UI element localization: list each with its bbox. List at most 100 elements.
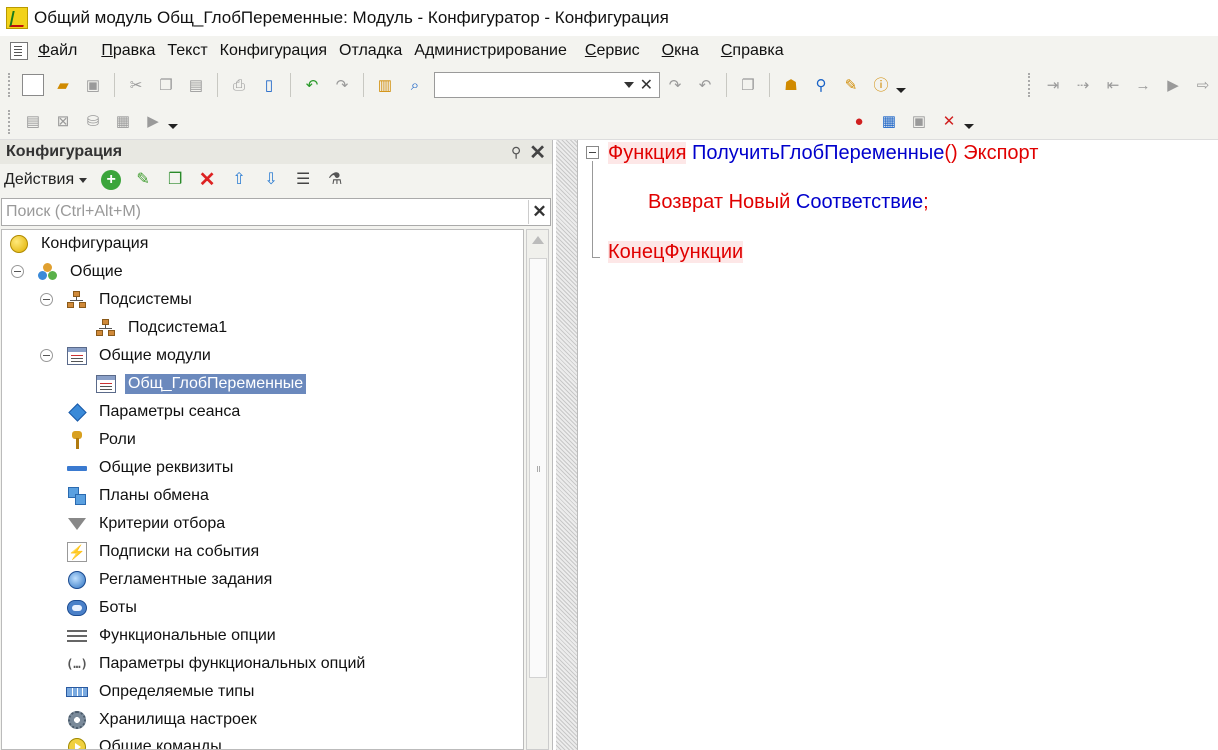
sort-list-icon[interactable]: ☰ — [293, 170, 313, 190]
paste-icon[interactable]: ▤ — [185, 74, 207, 96]
copy-add-icon[interactable]: ❐ — [165, 170, 185, 190]
toolbar-more-icon[interactable] — [168, 124, 178, 129]
tree-item-common[interactable]: Общие — [37, 258, 126, 286]
print-preview-icon[interactable]: ▯ — [258, 74, 280, 96]
fold-collapse-icon[interactable] — [586, 146, 599, 159]
editor-gutter[interactable] — [556, 140, 578, 750]
tree-item-subsystem1[interactable]: Подсистема1 — [95, 314, 230, 342]
menu-edit[interactable]: Правка — [101, 42, 155, 60]
delete-icon[interactable]: ✕ — [197, 170, 217, 190]
menu-configuration[interactable]: Конфигурация — [220, 42, 327, 60]
windows-icon[interactable]: ❐ — [737, 74, 759, 96]
tree-item-common-commands[interactable]: Общие команды — [66, 733, 225, 749]
debug-continue-icon[interactable]: ▶ — [1162, 74, 1184, 96]
open-file-icon[interactable]: ▰ — [52, 74, 74, 96]
tree-item-exchange-plans[interactable]: Планы обмена — [66, 482, 212, 510]
new-document-icon[interactable] — [22, 74, 44, 96]
chevron-down-icon[interactable] — [623, 82, 634, 88]
edit-module-icon[interactable]: ✎ — [840, 74, 862, 96]
pin-icon[interactable]: ⚲ — [511, 144, 521, 161]
clear-search-icon[interactable]: ✕ — [528, 200, 550, 224]
tree-item-label: Конфигурация — [41, 235, 149, 252]
find-previous-icon[interactable]: ↶ — [694, 74, 716, 96]
copy-icon[interactable]: ❐ — [155, 74, 177, 96]
cut-icon[interactable]: ✂ — [125, 74, 147, 96]
tree-item-subsystems[interactable]: Подсистемы — [66, 286, 195, 314]
info-icon[interactable]: ⓘ — [870, 74, 892, 96]
common-icon — [37, 261, 59, 283]
tree-item-event-subscriptions[interactable]: ⚡ Подписки на события — [66, 538, 262, 566]
menu-text[interactable]: Текст — [167, 42, 207, 60]
collapse-toggle-icon[interactable] — [40, 349, 53, 362]
debug-step-out-icon[interactable]: ⇤ — [1102, 74, 1124, 96]
menu-file[interactable]: Файл — [38, 42, 77, 60]
tree-item-session-params[interactable]: Параметры сеанса — [66, 398, 243, 426]
find-next-icon[interactable]: ↷ — [664, 74, 686, 96]
tree-item-scheduled-jobs[interactable]: Регламентные задания — [66, 566, 275, 594]
debug-step-into-icon[interactable]: ⇥ — [1042, 74, 1064, 96]
tree-item-common-attributes[interactable]: Общие реквизиты — [66, 454, 236, 482]
add-icon[interactable]: + — [101, 170, 122, 190]
search-icon[interactable]: ⌕ — [404, 74, 426, 96]
bots-icon — [66, 597, 88, 619]
collapse-toggle-icon[interactable] — [11, 265, 24, 278]
undo-icon[interactable]: ↶ — [301, 74, 323, 96]
tree-item-common-modules[interactable]: Общие модули — [66, 342, 214, 370]
toolbar-search-combo[interactable]: ✕ — [434, 72, 660, 98]
scroll-up-icon[interactable] — [532, 236, 544, 244]
find-in-files-icon[interactable]: ▥ — [374, 74, 396, 96]
syntax-assistant-icon[interactable]: ☗ — [780, 74, 802, 96]
menu-service[interactable]: Сервис — [585, 42, 640, 60]
save-icon[interactable]: ▣ — [82, 74, 104, 96]
toolbar-more-icon[interactable] — [896, 87, 906, 93]
search-object-icon[interactable]: ⚲ — [810, 74, 832, 96]
add-breakpoint-icon[interactable]: ● — [848, 111, 870, 133]
tree-item-defined-types[interactable]: Определяемые типы — [66, 678, 257, 706]
move-up-icon[interactable]: ⇧ — [229, 170, 249, 190]
breakpoint-list-icon[interactable]: ▦ — [878, 111, 900, 133]
tree-search-input[interactable] — [2, 203, 528, 221]
menu-help[interactable]: Справка — [721, 42, 784, 60]
tree-item-functional-option-params[interactable]: (…) Параметры функциональных опций — [66, 650, 368, 678]
tree-scrollbar[interactable] — [526, 229, 549, 750]
panel-title: Конфигурация — [6, 143, 123, 160]
tree-item-functional-options[interactable]: Функциональные опции — [66, 622, 279, 650]
tree-item-roles[interactable]: Роли — [66, 426, 139, 454]
toolbar-grip[interactable] — [8, 109, 12, 134]
debug-step-over-icon[interactable]: ⇢ — [1072, 74, 1094, 96]
toolbar-grip[interactable] — [8, 73, 12, 97]
module-structure-icon[interactable]: ▤ — [22, 111, 44, 133]
database-icon[interactable]: ⛁ — [82, 111, 104, 133]
document-run-icon[interactable]: ▶ — [142, 111, 164, 133]
debug-run-to-cursor-icon[interactable]: → — [1132, 74, 1154, 96]
collapse-toggle-icon[interactable] — [40, 293, 53, 306]
move-down-icon[interactable]: ⇩ — [261, 170, 281, 190]
toolbar-separator — [217, 73, 218, 97]
toolbar-grip[interactable] — [1028, 73, 1032, 97]
tree-item-settings-storages[interactable]: Хранилища настроек — [66, 706, 260, 734]
redo-icon[interactable]: ↷ — [331, 74, 353, 96]
menu-debug[interactable]: Отладка — [339, 42, 402, 60]
filter-icon[interactable]: ⚗ — [325, 170, 345, 190]
edit-icon[interactable]: ✎ — [133, 170, 153, 190]
menu-administration[interactable]: Администрирование — [414, 42, 567, 60]
print-icon[interactable]: ⎙ — [228, 74, 250, 96]
compare-icon[interactable]: ⊠ — [52, 111, 74, 133]
debug-next-icon[interactable]: ⇨ — [1192, 74, 1214, 96]
remove-breakpoint-icon[interactable]: ✕ — [938, 111, 960, 133]
scrollbar-thumb[interactable] — [529, 258, 547, 678]
code-editor[interactable]: Функция ПолучитьГлобПеременные() Экспорт… — [556, 140, 1218, 750]
tree-item-configuration[interactable]: Конфигурация — [8, 230, 151, 258]
chevron-down-icon[interactable] — [79, 177, 88, 183]
actions-menu-button[interactable]: Действия — [4, 171, 74, 189]
table-icon[interactable]: ▦ — [112, 111, 134, 133]
close-icon[interactable]: ✕ — [529, 140, 546, 165]
breakpoint-disable-icon[interactable]: ▣ — [908, 111, 930, 133]
tree-item-filter-criteria[interactable]: Критерии отбора — [66, 510, 228, 538]
tree-item-glob-variables-module[interactable]: Общ_ГлобПеременные — [95, 370, 307, 398]
menu-windows[interactable]: Окна — [662, 42, 699, 60]
tree-item-bots[interactable]: Боты — [66, 594, 140, 622]
toolbar-more-icon[interactable] — [964, 124, 974, 129]
clear-search-icon[interactable]: ✕ — [640, 75, 653, 95]
window-menu-icon[interactable] — [10, 42, 28, 60]
